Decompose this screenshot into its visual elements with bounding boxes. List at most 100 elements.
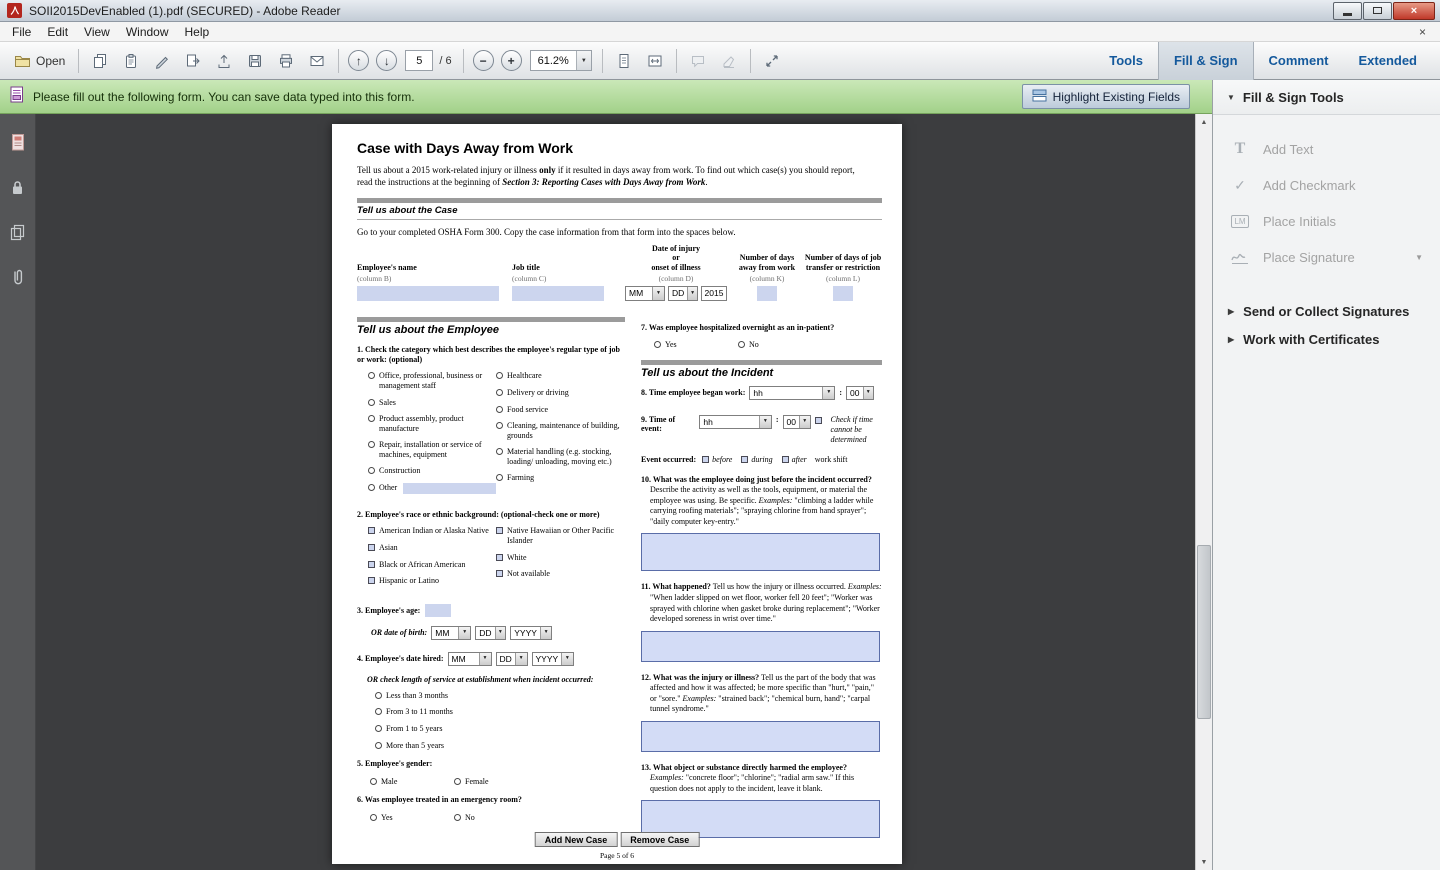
remove-case-button[interactable]: Remove Case <box>620 832 699 847</box>
event-timing-option[interactable]: before <box>702 455 732 464</box>
add-new-case-button[interactable]: Add New Case <box>535 832 618 847</box>
checkbox[interactable] <box>368 577 375 584</box>
previous-page-button[interactable]: ↑ <box>348 50 369 71</box>
menu-item[interactable]: Help <box>177 24 218 40</box>
save-copy-button[interactable] <box>86 47 114 74</box>
add-checkmark-tool[interactable]: ✓ Add Checkmark <box>1213 167 1440 203</box>
job-category-option[interactable]: Sales <box>368 398 496 408</box>
extended-panel-button[interactable]: Extended <box>1343 42 1432 80</box>
dropdown-arrow-icon[interactable]: ▼ <box>495 627 506 639</box>
birth-day-select[interactable]: DD▼ <box>475 626 506 640</box>
radio-button[interactable] <box>375 692 382 699</box>
checkbox[interactable] <box>368 561 375 568</box>
radio-button[interactable] <box>375 708 382 715</box>
length-of-service-option[interactable]: From 1 to 5 years <box>375 724 625 734</box>
upload-document-button[interactable] <box>210 47 238 74</box>
scroll-up-icon[interactable]: ▲ <box>1196 114 1212 130</box>
radio-button[interactable] <box>370 814 377 821</box>
dropdown-arrow-icon[interactable]: ▼ <box>652 287 664 300</box>
time-undetermined-checkbox[interactable] <box>815 417 822 424</box>
checkbox[interactable] <box>496 554 503 561</box>
dropdown-arrow-icon[interactable]: ▼ <box>540 627 551 639</box>
job-category-option[interactable]: Farming <box>496 473 624 483</box>
checkbox[interactable] <box>496 570 503 577</box>
page-thumbnails-icon[interactable] <box>8 132 28 152</box>
radio-button[interactable] <box>454 814 461 821</box>
gender-option[interactable]: Female <box>454 777 538 787</box>
job-category-option[interactable]: Food service <box>496 405 624 415</box>
dropdown-arrow-icon[interactable]: ▼ <box>458 627 470 639</box>
close-window-button[interactable]: × <box>1393 2 1435 20</box>
injury-month-select[interactable]: MM▼ <box>625 286 665 301</box>
employee-name-field[interactable] <box>357 286 499 301</box>
race-option[interactable]: White <box>496 553 624 563</box>
checkbox[interactable] <box>496 527 503 534</box>
dropdown-arrow-icon[interactable]: ▼ <box>799 416 810 428</box>
page-view-button[interactable] <box>610 47 638 74</box>
save-button[interactable] <box>241 47 269 74</box>
radio-button[interactable] <box>738 341 745 348</box>
open-button[interactable]: Open <box>8 47 71 74</box>
checkbox[interactable] <box>782 456 789 463</box>
radio-button[interactable] <box>368 372 375 379</box>
checkbox[interactable] <box>368 527 375 534</box>
lock-icon[interactable] <box>8 177 28 197</box>
scroll-down-icon[interactable]: ▼ <box>1196 854 1212 870</box>
print-button[interactable] <box>272 47 300 74</box>
hospitalized-option[interactable]: No <box>738 340 822 350</box>
signature-dropdown-icon[interactable]: ▼ <box>1415 253 1423 262</box>
zoom-dropdown-icon[interactable]: ▼ <box>576 51 591 70</box>
email-button[interactable] <box>303 47 331 74</box>
radio-button[interactable] <box>368 467 375 474</box>
q10-answer-field[interactable] <box>641 533 880 571</box>
sign-pen-button[interactable] <box>148 47 176 74</box>
dropdown-arrow-icon[interactable]: ▼ <box>687 287 697 300</box>
share-file-button[interactable] <box>179 47 207 74</box>
menu-item[interactable]: Window <box>118 24 177 40</box>
birth-year-select[interactable]: YYYY▼ <box>510 626 552 640</box>
add-text-tool[interactable]: T Add Text <box>1213 131 1440 167</box>
checkbox[interactable] <box>368 544 375 551</box>
menu-item[interactable]: File <box>4 24 39 40</box>
fullscreen-button[interactable] <box>758 47 786 74</box>
days-away-field[interactable] <box>757 286 777 301</box>
length-of-service-option[interactable]: Less than 3 months <box>375 691 625 701</box>
hospitalized-option[interactable]: Yes <box>654 340 738 350</box>
radio-button[interactable] <box>370 778 377 785</box>
birth-month-select[interactable]: MM▼ <box>431 626 471 640</box>
radio-button[interactable] <box>496 406 503 413</box>
race-option[interactable]: Native Hawaiian or Other Pacific Islande… <box>496 526 624 545</box>
send-collect-signatures-group[interactable]: ▶ Send or Collect Signatures <box>1213 297 1440 325</box>
event-minute-select[interactable]: 00▼ <box>783 415 811 429</box>
employee-age-field[interactable] <box>425 604 451 617</box>
place-initials-tool[interactable]: LM Place Initials <box>1213 203 1440 239</box>
hired-month-select[interactable]: MM▼ <box>448 652 492 666</box>
radio-button[interactable] <box>496 422 503 429</box>
zoom-in-button[interactable]: + <box>501 50 522 71</box>
days-transfer-field[interactable] <box>833 286 853 301</box>
dropdown-arrow-icon[interactable]: ▼ <box>863 387 874 399</box>
job-category-option[interactable]: Product assembly, product manufacture <box>368 414 496 433</box>
hired-day-select[interactable]: DD▼ <box>496 652 528 666</box>
job-category-option[interactable]: Healthcare <box>496 371 624 381</box>
job-title-field[interactable] <box>512 286 604 301</box>
emergency-room-option[interactable]: Yes <box>370 813 454 823</box>
fill-sign-panel-button[interactable]: Fill & Sign <box>1158 42 1254 80</box>
job-category-option-other[interactable]: Other <box>368 483 496 494</box>
radio-button[interactable] <box>375 742 382 749</box>
radio-button[interactable] <box>368 484 375 491</box>
attachments-icon[interactable] <box>8 267 28 287</box>
job-category-option[interactable]: Office, professional, business or manage… <box>368 371 496 390</box>
injury-year-field[interactable]: 2015 <box>701 286 727 301</box>
other-job-field[interactable] <box>403 483 496 494</box>
highlight-existing-fields-button[interactable]: Highlight Existing Fields <box>1022 84 1190 109</box>
minimize-button[interactable] <box>1333 2 1362 20</box>
dropdown-arrow-icon[interactable]: ▼ <box>515 653 527 665</box>
job-category-option[interactable]: Repair, installation or service of machi… <box>368 440 496 459</box>
event-timing-option[interactable]: after <box>782 455 807 464</box>
length-of-service-option[interactable]: More than 5 years <box>375 741 625 751</box>
fit-width-button[interactable] <box>641 47 669 74</box>
injury-day-select[interactable]: DD▼ <box>668 286 698 301</box>
restore-button[interactable] <box>1363 2 1392 20</box>
radio-button[interactable] <box>654 341 661 348</box>
